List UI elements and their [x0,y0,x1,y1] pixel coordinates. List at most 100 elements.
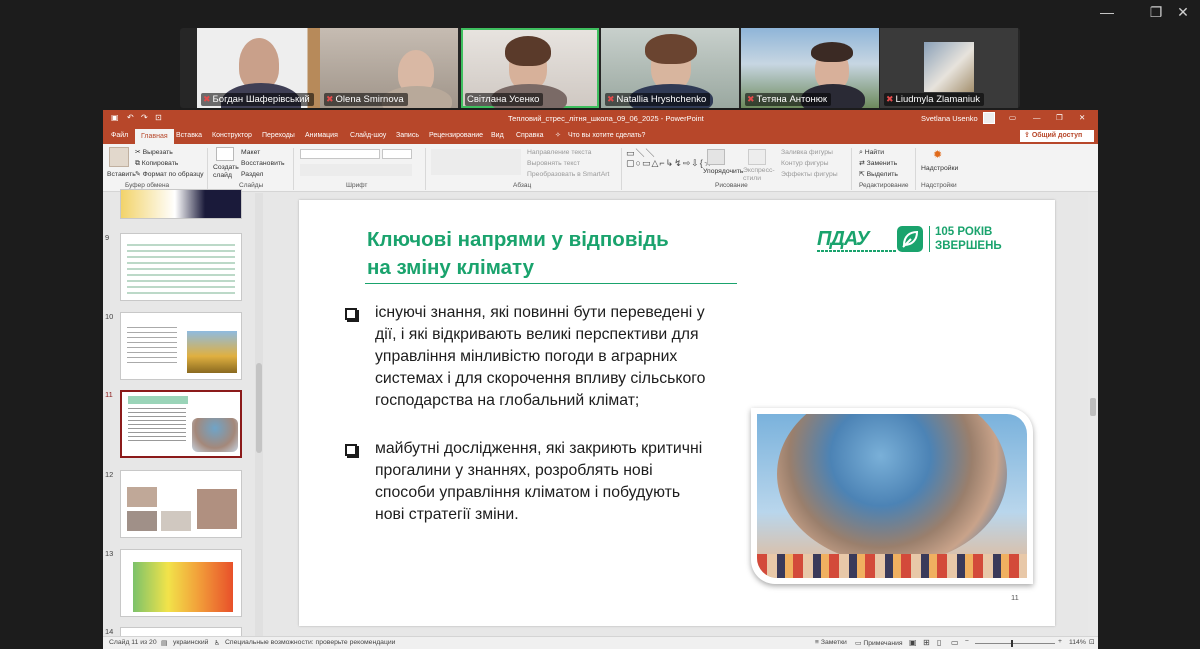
tab-animations[interactable]: Анимация [305,130,338,142]
cut-button[interactable]: ✂ Вырезать [135,148,173,157]
text-direction-button[interactable]: Направление текста [527,148,591,157]
addins-icon[interactable]: ✹ [933,148,942,161]
clipboard-group-label: Буфер обмена [125,182,170,189]
user-avatar[interactable] [983,112,995,124]
paste-icon[interactable] [109,147,129,167]
zoom-slider[interactable] [975,640,1055,647]
slides-group-label: Слайды [239,182,264,189]
paragraph-buttons[interactable] [431,149,521,175]
font-size-select[interactable] [382,149,412,159]
zoom-slider-thumb[interactable] [1011,640,1013,647]
participant-tile[interactable]: ✖ Natallia Hryshchenko [601,28,739,108]
tab-file[interactable]: Файл [111,130,128,142]
paste-button[interactable]: Вставить [107,170,136,179]
tab-design[interactable]: Конструктор [212,130,252,142]
select-icon: ⇱ [859,171,867,178]
slide-number: 13 [105,549,114,558]
thumbnails-scrollbar[interactable] [255,193,263,636]
tell-me-input[interactable]: Что вы хотите сделать? [568,130,645,142]
user-name[interactable]: Svetlana Usenko [921,114,978,123]
participant-tile[interactable]: Світлана Усенко [461,28,599,108]
divider [425,148,426,190]
participant-name: Natallia Hryshchenko [616,94,707,105]
minimize-icon[interactable]: — [1033,113,1041,122]
zoom-in-icon[interactable]: + [1058,638,1062,645]
spellcheck-icon[interactable]: ▤ [161,639,167,647]
align-text-button[interactable]: Выровнять текст [527,159,580,168]
close-icon[interactable]: ✕ [1079,113,1085,122]
restore-icon[interactable]: ❐ [1056,113,1063,122]
divider [207,148,208,190]
tab-review[interactable]: Рецензирование [429,130,483,142]
participant-tile[interactable]: ✖ Liudmyla Zlamaniuk [880,28,1018,108]
shapes-gallery[interactable]: ▭＼＼▢○▭△⌐↳↯⇨⇩{☆ [626,148,712,178]
maximize-button[interactable]: ❐ [1143,4,1169,20]
fit-to-window-icon[interactable]: ⊡ [1089,638,1095,646]
close-button[interactable]: ✕ [1170,4,1196,20]
undo-icon[interactable]: ↶ [127,113,134,122]
slide-number: 11 [105,390,113,399]
addins-button[interactable]: Надстройки [921,164,958,173]
slide-canvas[interactable]: Ключові напрями у відповідь на зміну клі… [299,200,1055,626]
normal-view-icon[interactable]: ▣ [909,638,917,647]
start-slideshow-icon[interactable]: ⊡ [155,113,162,122]
shape-fill-button[interactable]: Заливка фигуры [781,148,833,157]
tab-transitions[interactable]: Переходы [262,130,295,142]
zoom-level[interactable]: 114% [1069,639,1086,646]
accessibility-status[interactable]: Специальные возможности: проверьте реком… [225,639,395,646]
sorter-view-icon[interactable]: ⊞ [923,638,930,647]
slide-thumbnail[interactable] [120,312,242,380]
slide-thumbnail[interactable] [120,233,242,301]
tab-view[interactable]: Вид [491,130,504,142]
arrange-button[interactable]: Упорядочить [703,167,743,176]
quick-styles-icon[interactable] [748,149,766,165]
slide-thumbnail[interactable] [120,549,242,617]
slide-page-number: 11 [1011,593,1019,602]
tab-help[interactable]: Справка [516,130,543,142]
participant-tile[interactable]: ✖ Богдан Шаферівський [197,28,335,108]
slide-thumbnail-selected[interactable] [120,390,242,458]
accessibility-icon[interactable]: ♿ [214,639,220,647]
slide-scrollbar[interactable] [1088,193,1098,636]
smartart-button[interactable]: Преобразовать в SmartArt [527,170,609,179]
copy-button[interactable]: ⧉ Копировать [135,159,178,168]
reset-button[interactable]: Восстановить [241,159,285,168]
select-button[interactable]: ⇱ Выделить [859,170,898,179]
shape-outline-button[interactable]: Контур фигуры [781,159,829,168]
slideshow-view-icon[interactable]: ▭ [951,638,959,647]
language-indicator[interactable]: украинский [173,639,208,646]
comments-button[interactable]: ▭ Примечания [855,639,903,647]
slide-title-line1: Ключові напрями у відповідь [367,228,669,251]
slide-thumbnail[interactable] [120,189,242,219]
participant-tile[interactable]: ✖ Olena Smirnova [320,28,458,108]
replace-button[interactable]: ⇄ Заменить [859,159,897,168]
share-button[interactable]: ⇪ Общий доступ [1020,130,1094,142]
brush-icon: ✎ [135,171,143,178]
find-button[interactable]: ⌕ Найти [859,148,884,157]
shape-effects-button[interactable]: Эффекты фигуры [781,170,838,179]
redo-icon[interactable]: ↷ [141,113,148,122]
tab-insert[interactable]: Вставка [176,130,202,142]
format-painter-button[interactable]: ✎ Формат по образцу [135,170,204,179]
layout-button[interactable]: Макет [241,148,260,157]
reading-view-icon[interactable]: ▯ [937,638,941,647]
ribbon-options-icon[interactable]: ▭ [1009,113,1016,122]
tab-home[interactable]: Главная [135,129,174,144]
minimize-button[interactable]: — [1094,4,1120,20]
notes-button[interactable]: ≡ Заметки [815,639,847,646]
font-name-select[interactable] [300,149,380,159]
globe-photo-frame[interactable] [751,408,1033,584]
new-slide-button[interactable]: Создать слайд [213,164,239,180]
quick-styles-button[interactable]: Экспресс-стили [743,167,775,183]
arrange-icon[interactable] [707,149,725,165]
slide-thumbnail[interactable] [120,470,242,538]
new-slide-icon[interactable] [216,147,234,161]
participant-tile[interactable]: ✖ Тетяна Антонюк [741,28,879,108]
section-button[interactable]: Раздел [241,170,263,179]
tab-slideshow[interactable]: Слайд-шоу [350,130,386,142]
tab-record[interactable]: Запись [396,130,419,142]
save-icon[interactable]: ▣ [111,113,119,122]
zoom-out-icon[interactable]: − [965,638,969,645]
divider [915,148,916,190]
font-formatting-buttons[interactable] [300,164,412,176]
